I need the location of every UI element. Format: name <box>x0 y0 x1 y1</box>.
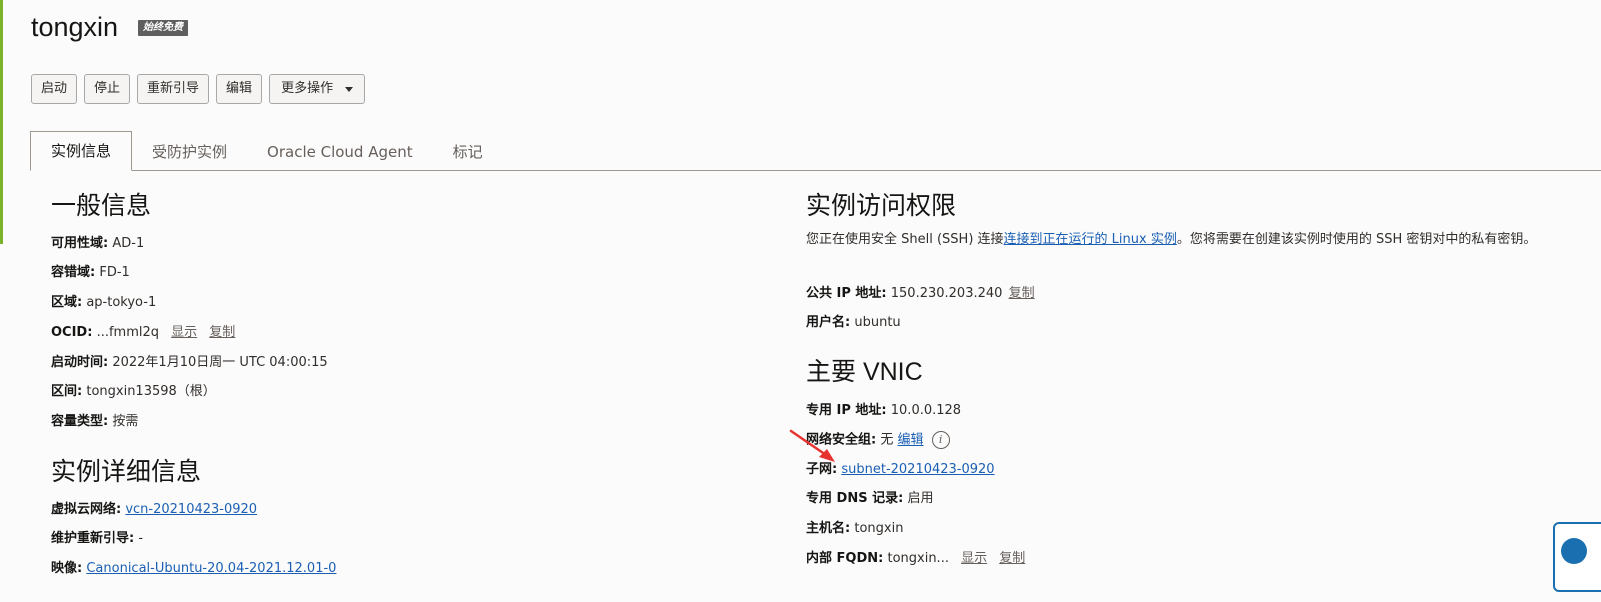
fqdn-copy-link[interactable]: 复制 <box>999 551 1025 566</box>
private-dns-value: 启用 <box>907 491 934 506</box>
public-ip-value: 150.230.203.240 <box>890 286 1003 301</box>
stop-button[interactable]: 停止 <box>84 74 131 104</box>
availability-domain-value: AD-1 <box>112 236 145 251</box>
compartment-row: 区间: tongxin13598（根） <box>51 383 216 401</box>
subnet-link[interactable]: subnet-20210423-0920 <box>841 462 994 477</box>
fqdn-show-link[interactable]: 显示 <box>961 551 987 566</box>
capacity-type-label: 容量类型: <box>51 414 109 429</box>
nsg-edit-link[interactable]: 编辑 <box>898 433 924 448</box>
image-row: 映像: Canonical-Ubuntu-20.04-2021.12.01-0 <box>51 560 336 578</box>
ssh-access-description: 您正在使用安全 Shell (SSH) 连接连接到正在运行的 Linux 实例。… <box>806 230 1546 250</box>
ocid-copy-link[interactable]: 复制 <box>209 325 235 340</box>
vcn-link[interactable]: vcn-20210423-0920 <box>125 502 257 517</box>
public-ip-row: 公共 IP 地址: 150.230.203.240 复制 <box>806 285 1035 303</box>
edit-button-label: 编辑 <box>226 81 253 96</box>
fault-domain-value: FD-1 <box>99 265 130 280</box>
instance-details-heading: 实例详细信息 <box>51 458 202 486</box>
vcn-row: 虚拟云网络: vcn-20210423-0920 <box>51 501 257 519</box>
caret-down-icon <box>345 86 354 92</box>
internal-fqdn-value: tongxin... <box>887 551 949 566</box>
launch-time-label: 启动时间: <box>51 355 109 370</box>
private-dns-label: 专用 DNS 记录: <box>806 491 904 506</box>
instance-details-page: tongxin 始终免费 启动 停止 重新引导 编辑 更多操作 实例信息 受防护… <box>0 0 1601 602</box>
maintenance-reboot-row: 维护重新引导: - <box>51 530 143 548</box>
info-icon[interactable]: i <box>931 431 950 449</box>
ocid-value: ...fmml2q <box>96 325 159 340</box>
maintenance-reboot-label: 维护重新引导: <box>51 531 135 546</box>
stop-button-label: 停止 <box>94 81 121 96</box>
status-accent-bar <box>0 0 3 244</box>
private-ip-row: 专用 IP 地址: 10.0.0.128 <box>806 402 961 420</box>
help-icon <box>1561 538 1587 564</box>
username-label: 用户名: <box>806 315 851 330</box>
availability-domain-row: 可用性域: AD-1 <box>51 235 144 253</box>
username-row: 用户名: ubuntu <box>806 314 901 332</box>
tab-bar: 实例信息 受防护实例 Oracle Cloud Agent 标记 <box>30 131 503 171</box>
username-value: ubuntu <box>854 315 901 330</box>
reboot-button[interactable]: 重新引导 <box>137 74 210 104</box>
launch-time-value: 2022年1月10日周一 UTC 04:00:15 <box>112 355 328 370</box>
more-actions-button[interactable]: 更多操作 <box>269 74 366 104</box>
start-button-label: 启动 <box>41 81 68 96</box>
hostname-row: 主机名: tongxin <box>806 520 903 538</box>
private-dns-row: 专用 DNS 记录: 启用 <box>806 490 933 508</box>
edit-button[interactable]: 编辑 <box>216 74 263 104</box>
fault-domain-label: 容错域: <box>51 265 96 280</box>
connect-linux-instance-link[interactable]: 连接到正在运行的 Linux 实例 <box>1004 232 1177 247</box>
always-free-badge: 始终免费 <box>138 20 188 36</box>
private-ip-value: 10.0.0.128 <box>890 403 962 418</box>
hostname-value: tongxin <box>854 521 904 536</box>
region-label: 区域: <box>51 295 83 310</box>
tab-tags[interactable]: 标记 <box>433 133 503 171</box>
compartment-value: tongxin13598（根） <box>86 384 216 399</box>
page-title: tongxin <box>31 12 119 42</box>
capacity-type-value: 按需 <box>112 414 139 429</box>
ocid-label: OCID: <box>51 325 93 340</box>
region-value: ap-tokyo-1 <box>86 295 157 310</box>
image-link[interactable]: Canonical-Ubuntu-20.04-2021.12.01-0 <box>86 561 336 576</box>
hostname-label: 主机名: <box>806 521 851 536</box>
internal-fqdn-label: 内部 FQDN: <box>806 551 884 566</box>
availability-domain-label: 可用性域: <box>51 236 109 251</box>
nsg-value: 无 <box>880 432 894 448</box>
tab-oracle-cloud-agent[interactable]: Oracle Cloud Agent <box>247 133 433 171</box>
capacity-type-row: 容量类型: 按需 <box>51 413 138 431</box>
general-info-heading: 一般信息 <box>51 192 152 220</box>
instance-access-heading: 实例访问权限 <box>806 192 957 220</box>
vcn-label: 虚拟云网络: <box>51 502 122 517</box>
action-toolbar: 启动 停止 重新引导 编辑 更多操作 <box>31 74 366 104</box>
tab-instance-info[interactable]: 实例信息 <box>30 131 133 171</box>
private-ip-label: 专用 IP 地址: <box>806 403 887 418</box>
fault-domain-row: 容错域: FD-1 <box>51 264 130 282</box>
ssh-text-before: 您正在使用安全 Shell (SSH) 连接 <box>806 232 1004 247</box>
annotation-arrow-icon <box>789 429 835 462</box>
help-widget[interactable] <box>1553 522 1601 592</box>
compartment-label: 区间: <box>51 384 83 399</box>
ssh-text-after: 。您将需要在创建该实例时使用的 SSH 密钥对中的私有密钥。 <box>1176 232 1537 247</box>
internal-fqdn-row: 内部 FQDN: tongxin... 显示 复制 <box>806 550 1025 568</box>
primary-vnic-heading: 主要 VNIC <box>806 358 923 386</box>
image-label: 映像: <box>51 561 83 576</box>
region-row: 区域: ap-tokyo-1 <box>51 294 156 312</box>
maintenance-reboot-value: - <box>138 531 144 546</box>
tab-shielded-instance[interactable]: 受防护实例 <box>132 133 247 171</box>
ocid-row: OCID: ...fmml2q 显示 复制 <box>51 324 235 342</box>
launch-time-row: 启动时间: 2022年1月10日周一 UTC 04:00:15 <box>51 354 328 372</box>
public-ip-copy-link[interactable]: 复制 <box>1009 286 1035 301</box>
more-actions-label: 更多操作 <box>281 81 334 96</box>
ocid-show-link[interactable]: 显示 <box>171 325 197 340</box>
start-button[interactable]: 启动 <box>31 74 78 104</box>
public-ip-label: 公共 IP 地址: <box>806 286 887 301</box>
reboot-button-label: 重新引导 <box>147 81 200 96</box>
